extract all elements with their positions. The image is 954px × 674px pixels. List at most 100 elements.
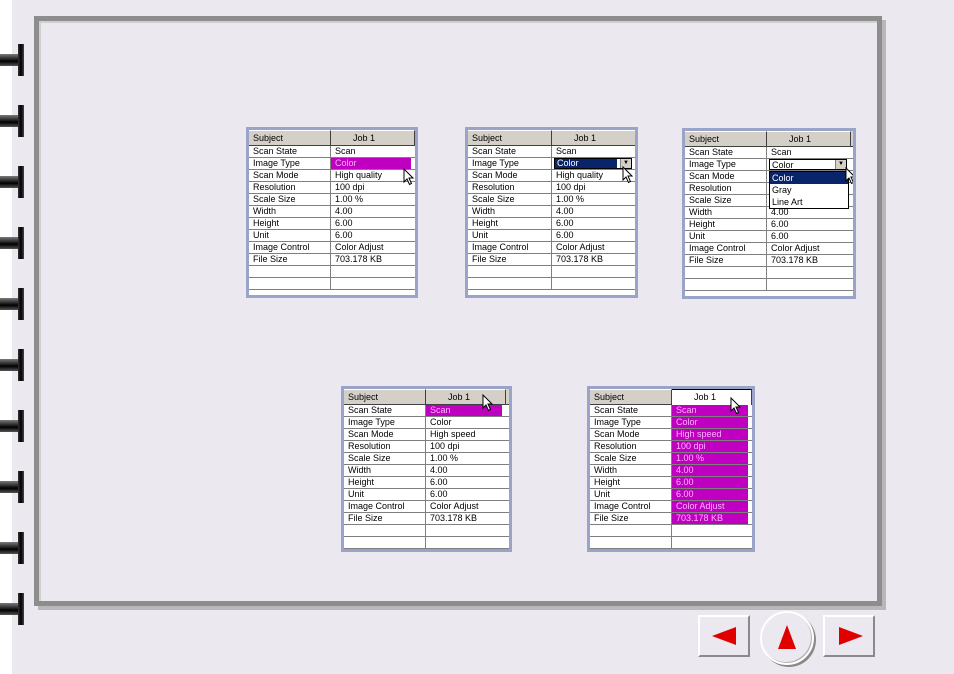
- dropdown-option[interactable]: Gray: [770, 184, 848, 196]
- property-value-cell[interactable]: Color: [426, 417, 506, 428]
- property-value-cell[interactable]: High speed: [672, 429, 748, 440]
- property-name-cell: Resolution: [344, 441, 426, 452]
- property-value-cell[interactable]: 4.00: [672, 465, 748, 476]
- binder-ring-icon: [0, 227, 24, 259]
- property-value-cell[interactable]: 6.00: [331, 230, 415, 241]
- property-value-cell[interactable]: [331, 278, 415, 289]
- property-value-cell[interactable]: [552, 278, 635, 289]
- property-value-cell[interactable]: 1.00 %: [426, 453, 506, 464]
- property-name-cell: Scale Size: [344, 453, 426, 464]
- property-value-cell[interactable]: Color Adjust: [552, 242, 635, 253]
- table-row: Image Control Color Adjust: [249, 242, 415, 254]
- property-name-cell: Scan State: [590, 405, 672, 416]
- table-row: Resolution 100 dpi: [590, 441, 752, 453]
- previous-page-button[interactable]: [698, 615, 750, 657]
- binder-ring-icon: [0, 532, 24, 564]
- property-name-cell: Scale Size: [468, 194, 552, 205]
- table-row: File Size 703.178 KB: [590, 513, 752, 525]
- next-page-button[interactable]: [823, 615, 875, 657]
- column-header-subject[interactable]: Subject: [249, 130, 331, 146]
- home-button[interactable]: [760, 611, 814, 665]
- property-value-cell[interactable]: 703.178 KB: [331, 254, 415, 265]
- property-name-cell: File Size: [468, 254, 552, 265]
- property-value-cell[interactable]: 6.00: [331, 218, 415, 229]
- table-row: Scan Mode High quality: [249, 170, 415, 182]
- property-value-cell[interactable]: Scan: [331, 146, 415, 157]
- property-value-cell[interactable]: 703.178 KB: [426, 513, 506, 524]
- image-type-combo[interactable]: Color ▼: [769, 159, 847, 170]
- property-name-cell: Scan Mode: [685, 171, 767, 182]
- table-row: Image Type Color: [590, 417, 752, 429]
- property-value-cell[interactable]: [552, 266, 635, 277]
- property-value-cell[interactable]: [426, 525, 506, 536]
- property-value-cell[interactable]: 703.178 KB: [767, 255, 851, 266]
- column-header-job[interactable]: Job 1: [767, 131, 851, 147]
- property-value-cell[interactable]: 1.00 %: [331, 194, 415, 205]
- column-header-subject[interactable]: Subject: [344, 389, 426, 405]
- property-value-cell[interactable]: 703.178 KB: [552, 254, 635, 265]
- property-value-cell[interactable]: Color Adjust: [767, 243, 851, 254]
- property-value-cell[interactable]: 4.00: [552, 206, 635, 217]
- property-value-cell[interactable]: Color Adjust: [672, 501, 748, 512]
- property-value-cell[interactable]: 6.00: [767, 231, 851, 242]
- property-value-cell[interactable]: 4.00: [331, 206, 415, 217]
- property-value-cell[interactable]: [426, 537, 506, 548]
- property-value-cell[interactable]: [672, 537, 752, 548]
- table-row: Height 6.00: [344, 477, 509, 489]
- property-value-cell[interactable]: 703.178 KB: [672, 513, 748, 524]
- table-row: File Size 703.178 KB: [468, 254, 635, 266]
- property-name-cell: Image Control: [590, 501, 672, 512]
- property-value-cell[interactable]: 6.00: [672, 489, 748, 500]
- table-row: File Size 703.178 KB: [685, 255, 853, 267]
- column-header-subject[interactable]: Subject: [468, 130, 552, 146]
- property-name-cell: Scan State: [249, 146, 331, 157]
- property-value-cell[interactable]: 4.00: [426, 465, 506, 476]
- property-value-cell[interactable]: [767, 279, 851, 290]
- table-row: Scan Mode High quality: [468, 170, 635, 182]
- property-value-cell[interactable]: Color Adjust: [426, 501, 506, 512]
- property-name-cell: Image Type: [468, 158, 552, 169]
- property-value-cell[interactable]: 1.00 %: [672, 453, 748, 464]
- property-name-cell: Image Type: [590, 417, 672, 428]
- property-name-cell: Image Control: [344, 501, 426, 512]
- property-value-cell[interactable]: Color: [672, 417, 748, 428]
- table-row: [590, 537, 752, 549]
- column-header-job[interactable]: Job 1: [552, 130, 635, 146]
- property-name-cell: Image Type: [344, 417, 426, 428]
- column-header-job[interactable]: Job 1: [426, 389, 506, 405]
- dropdown-option[interactable]: Line Art: [770, 196, 848, 208]
- property-value-cell[interactable]: [331, 266, 415, 277]
- table-row: Unit 6.00: [685, 231, 853, 243]
- dropdown-option[interactable]: Color: [770, 172, 848, 184]
- mouse-cursor-icon: [730, 396, 742, 415]
- property-value-cell[interactable]: 6.00: [767, 219, 851, 230]
- property-name-cell: Resolution: [685, 183, 767, 194]
- column-header-job[interactable]: Job 1: [331, 130, 415, 146]
- binder-ring-icon: [0, 593, 24, 625]
- property-value-cell[interactable]: 6.00: [426, 489, 506, 500]
- property-name-cell: Image Control: [685, 243, 767, 254]
- grid-header: Subject Job 1: [590, 389, 752, 405]
- property-name-cell: Unit: [590, 489, 672, 500]
- property-value-cell[interactable]: [672, 525, 752, 536]
- column-header-subject[interactable]: Subject: [685, 131, 767, 147]
- property-value-cell[interactable]: [767, 267, 851, 278]
- property-value-cell[interactable]: Color Adjust: [331, 242, 415, 253]
- property-value-cell[interactable]: 6.00: [426, 477, 506, 488]
- property-value-cell[interactable]: Scan: [552, 146, 635, 157]
- image-type-combo[interactable]: Color ▼: [554, 158, 632, 169]
- property-value-cell[interactable]: 100 dpi: [672, 441, 748, 452]
- table-row: Width 4.00: [590, 465, 752, 477]
- table-row: Scan Mode High speed: [590, 429, 752, 441]
- column-header-subject[interactable]: Subject: [590, 389, 672, 405]
- property-value-cell[interactable]: 1.00 %: [552, 194, 635, 205]
- property-value-cell[interactable]: Scan: [767, 147, 851, 158]
- property-value-cell[interactable]: 6.00: [552, 230, 635, 241]
- property-value-cell[interactable]: 6.00: [552, 218, 635, 229]
- table-row: [590, 525, 752, 537]
- property-value-cell[interactable]: Color: [331, 158, 411, 169]
- property-value-cell[interactable]: High speed: [426, 429, 506, 440]
- property-value-cell[interactable]: 100 dpi: [426, 441, 506, 452]
- table-row: Unit 6.00: [468, 230, 635, 242]
- property-value-cell[interactable]: 6.00: [672, 477, 748, 488]
